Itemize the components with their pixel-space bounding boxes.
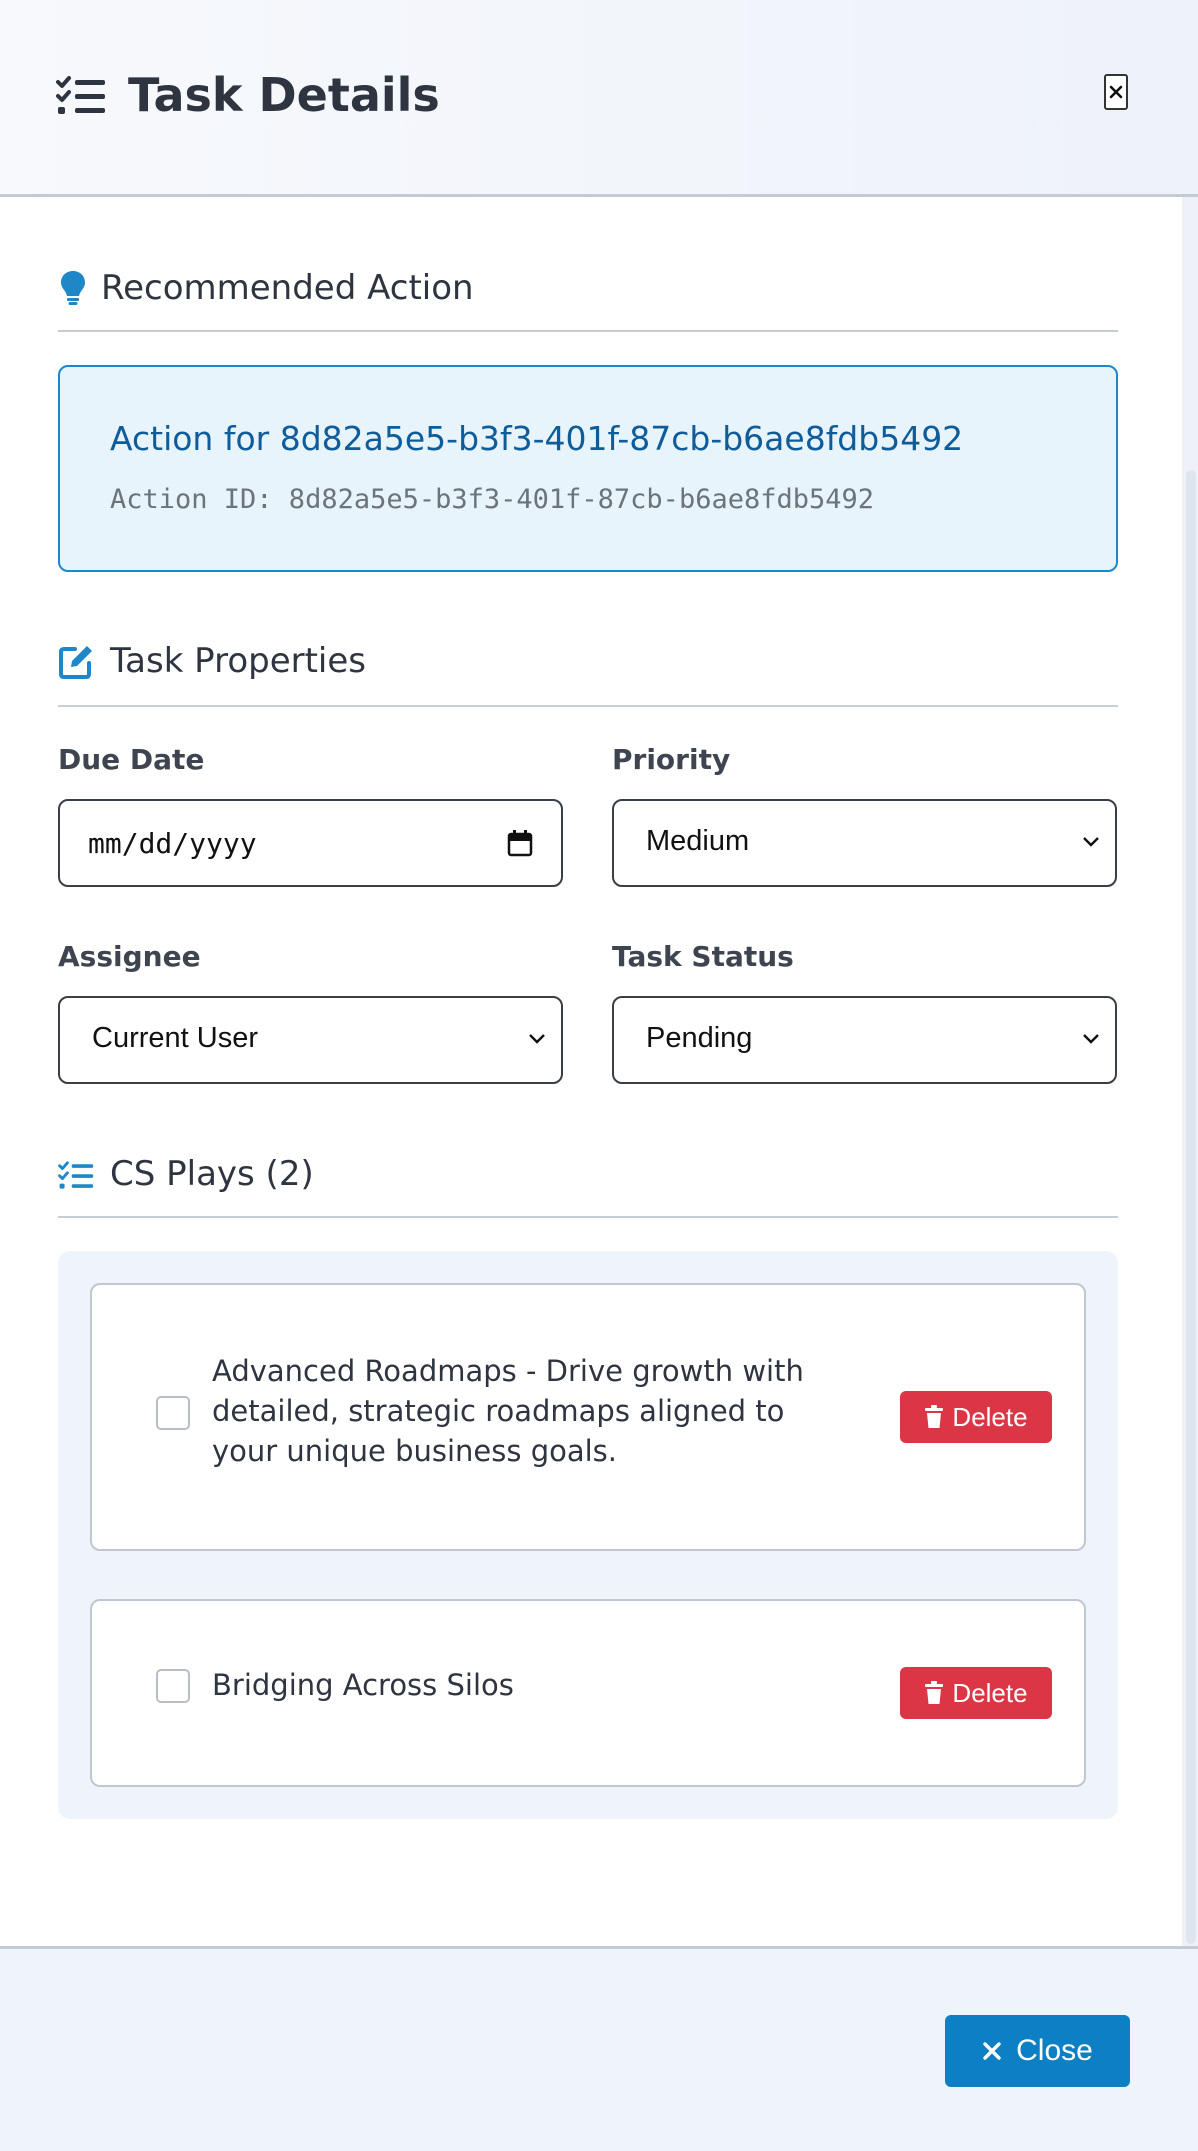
plays-list: Advanced Roadmaps - Drive growth with de… bbox=[58, 1251, 1118, 1819]
assignee-select[interactable]: Current User bbox=[58, 996, 563, 1084]
task-status-label: Task Status bbox=[612, 940, 794, 973]
action-title: Action for 8d82a5e5-b3f3-401f-87cb-b6ae8… bbox=[110, 419, 964, 458]
modal-header: Task Details bbox=[0, 0, 1198, 197]
list-item: Bridging Across Silos Delete bbox=[90, 1599, 1086, 1787]
assignee-value: Current User bbox=[92, 1022, 258, 1054]
delete-button[interactable]: Delete bbox=[900, 1667, 1052, 1719]
lightbulb-icon bbox=[61, 271, 85, 305]
chevron-down-icon bbox=[529, 1034, 545, 1044]
close-label: Close bbox=[1016, 2034, 1093, 2067]
close-icon bbox=[983, 2042, 1001, 2060]
recommended-section-header: Recommended Action bbox=[58, 268, 1118, 310]
section-divider bbox=[58, 1216, 1118, 1218]
play-checkbox[interactable] bbox=[156, 1669, 190, 1703]
properties-section-header: Task Properties bbox=[58, 641, 1118, 683]
checklist-icon bbox=[58, 1161, 94, 1189]
modal-title: Task Details bbox=[128, 68, 440, 122]
recommended-action-card: Action for 8d82a5e5-b3f3-401f-87cb-b6ae8… bbox=[58, 365, 1118, 572]
calendar-icon bbox=[507, 830, 533, 857]
task-list-icon bbox=[56, 76, 105, 114]
priority-value: Medium bbox=[646, 825, 750, 857]
section-title: Recommended Action bbox=[101, 268, 474, 308]
trash-icon bbox=[925, 1681, 944, 1704]
assignee-label: Assignee bbox=[58, 940, 201, 973]
plays-section-header: CS Plays (2) bbox=[58, 1154, 1118, 1196]
action-id: Action ID: 8d82a5e5-b3f3-401f-87cb-b6ae8… bbox=[110, 484, 875, 515]
delete-button[interactable]: Delete bbox=[900, 1391, 1052, 1443]
edit-icon bbox=[59, 646, 92, 679]
play-text: Bridging Across Silos bbox=[212, 1668, 514, 1702]
due-date-input[interactable]: mm/dd/yyyy bbox=[58, 799, 563, 887]
play-text: Advanced Roadmaps - Drive growth with de… bbox=[212, 1354, 804, 1468]
trash-icon bbox=[925, 1405, 944, 1428]
list-item: Advanced Roadmaps - Drive growth with de… bbox=[90, 1283, 1086, 1551]
chevron-down-icon bbox=[1083, 837, 1099, 847]
chevron-down-icon bbox=[1083, 1034, 1099, 1044]
delete-label: Delete bbox=[952, 1677, 1028, 1708]
close-button[interactable]: Close bbox=[945, 2015, 1130, 2087]
close-x-button[interactable] bbox=[1104, 74, 1128, 110]
task-status-select[interactable]: Pending bbox=[612, 996, 1117, 1084]
close-x-icon bbox=[1109, 85, 1123, 99]
priority-select[interactable]: Medium bbox=[612, 799, 1117, 887]
priority-label: Priority bbox=[612, 743, 731, 776]
section-divider bbox=[58, 330, 1118, 332]
play-checkbox[interactable] bbox=[156, 1396, 190, 1430]
section-title: Task Properties bbox=[110, 641, 367, 681]
delete-label: Delete bbox=[952, 1401, 1028, 1432]
task-status-value: Pending bbox=[646, 1022, 753, 1054]
due-date-placeholder: mm/dd/yyyy bbox=[88, 827, 257, 860]
scrollbar-thumb[interactable] bbox=[1186, 470, 1196, 1944]
due-date-label: Due Date bbox=[58, 743, 205, 776]
section-divider bbox=[58, 705, 1118, 707]
section-title: CS Plays (2) bbox=[110, 1154, 314, 1194]
